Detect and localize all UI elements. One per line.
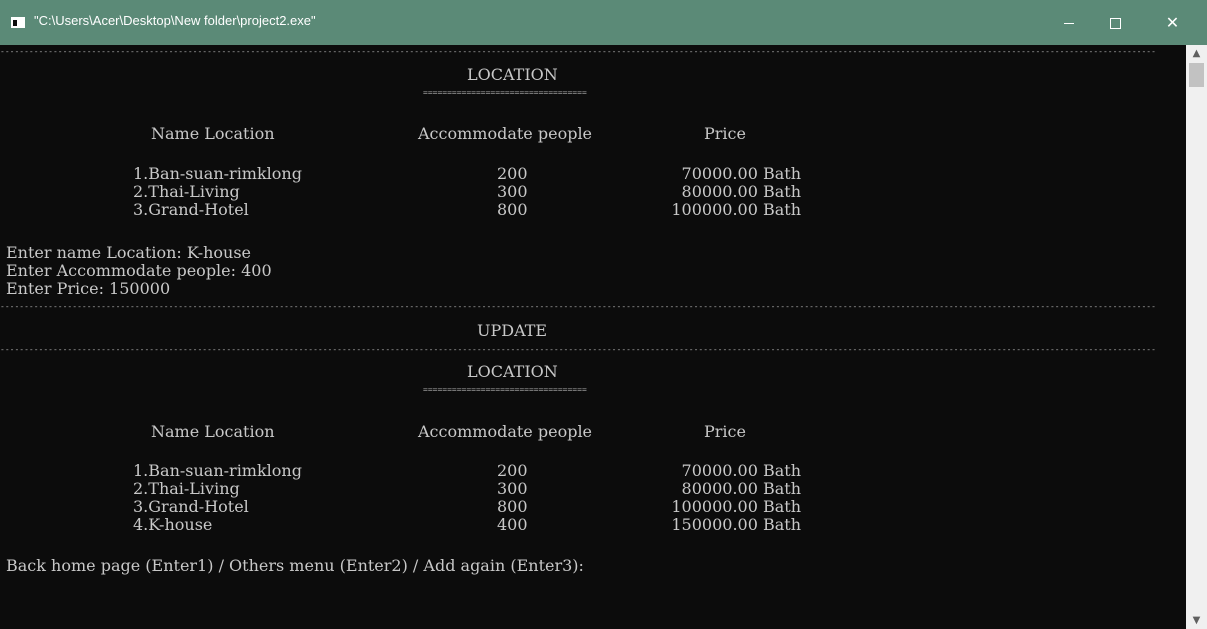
- header-price: Price: [704, 422, 746, 441]
- header-accommodate-people: Accommodate people: [418, 422, 593, 441]
- section-title-location: LOCATION: [467, 362, 558, 381]
- update-title: UPDATE: [477, 321, 548, 340]
- table-row-people: 200: [497, 461, 528, 480]
- dashed-separator: ----------------------------------------…: [0, 345, 1156, 354]
- final-prompt: Back home page (Enter1) / Others menu (E…: [6, 556, 584, 575]
- header-name-location: Name Location: [151, 422, 275, 441]
- table-row-price: 80000.00 Bath: [681, 479, 801, 498]
- close-icon: ✕: [1165, 13, 1180, 32]
- minimize-icon: [1064, 23, 1074, 24]
- scroll-down-arrow-icon[interactable]: ▼: [1186, 612, 1207, 629]
- dashed-separator: ----------------------------------------…: [0, 302, 1156, 311]
- section-title-location: LOCATION: [467, 65, 558, 84]
- console-app-icon[interactable]: [11, 17, 25, 28]
- table-row-people: 400: [497, 515, 528, 534]
- prompt-line: Enter name Location: K-house: [6, 243, 252, 262]
- table-row-name: 1.Ban-suan-rimklong: [133, 164, 302, 183]
- table-row-name: 2.Thai-Living: [133, 479, 240, 498]
- table-row-people: 300: [497, 182, 528, 201]
- maximize-button[interactable]: [1092, 0, 1138, 45]
- table-row-name: 4.K-house: [133, 515, 213, 534]
- minimize-button[interactable]: [1046, 0, 1092, 45]
- header-accommodate-people: Accommodate people: [418, 124, 593, 143]
- close-button[interactable]: ✕: [1138, 0, 1207, 45]
- table-row-people: 800: [497, 497, 528, 516]
- vertical-scrollbar[interactable]: ▲ ▼: [1186, 45, 1207, 629]
- table-row-people: 300: [497, 479, 528, 498]
- dashed-separator: ----------------------------------------…: [0, 47, 1156, 56]
- console-output[interactable]: ----------------------------------------…: [0, 45, 1186, 629]
- scrollbar-thumb[interactable]: [1189, 63, 1204, 87]
- maximize-icon: [1109, 18, 1121, 29]
- table-row-people: 200: [497, 164, 528, 183]
- table-row-price: 150000.00 Bath: [671, 515, 801, 534]
- table-row-name: 1.Ban-suan-rimklong: [133, 461, 302, 480]
- table-row-price: 80000.00 Bath: [681, 182, 801, 201]
- table-row-price: 70000.00 Bath: [681, 164, 801, 183]
- table-row-price: 100000.00 Bath: [671, 200, 801, 219]
- table-row-price: 70000.00 Bath: [681, 461, 801, 480]
- table-row-name: 2.Thai-Living: [133, 182, 240, 201]
- table-row-people: 800: [497, 200, 528, 219]
- prompt-line: Enter Accommodate people: 400: [6, 261, 272, 280]
- table-row-price: 100000.00 Bath: [671, 497, 801, 516]
- table-row-name: 3.Grand-Hotel: [133, 497, 249, 516]
- title-bar[interactable]: "C:\Users\Acer\Desktop\New folder\projec…: [0, 0, 1207, 45]
- scroll-up-arrow-icon[interactable]: ▲: [1186, 45, 1207, 62]
- window-title: "C:\Users\Acer\Desktop\New folder\projec…: [34, 13, 316, 28]
- table-row-name: 3.Grand-Hotel: [133, 200, 249, 219]
- header-price: Price: [704, 124, 746, 143]
- header-name-location: Name Location: [151, 124, 275, 143]
- title-underline: ==================================: [423, 385, 587, 394]
- prompt-line: Enter Price: 150000: [6, 279, 171, 298]
- title-underline: ==================================: [423, 88, 587, 97]
